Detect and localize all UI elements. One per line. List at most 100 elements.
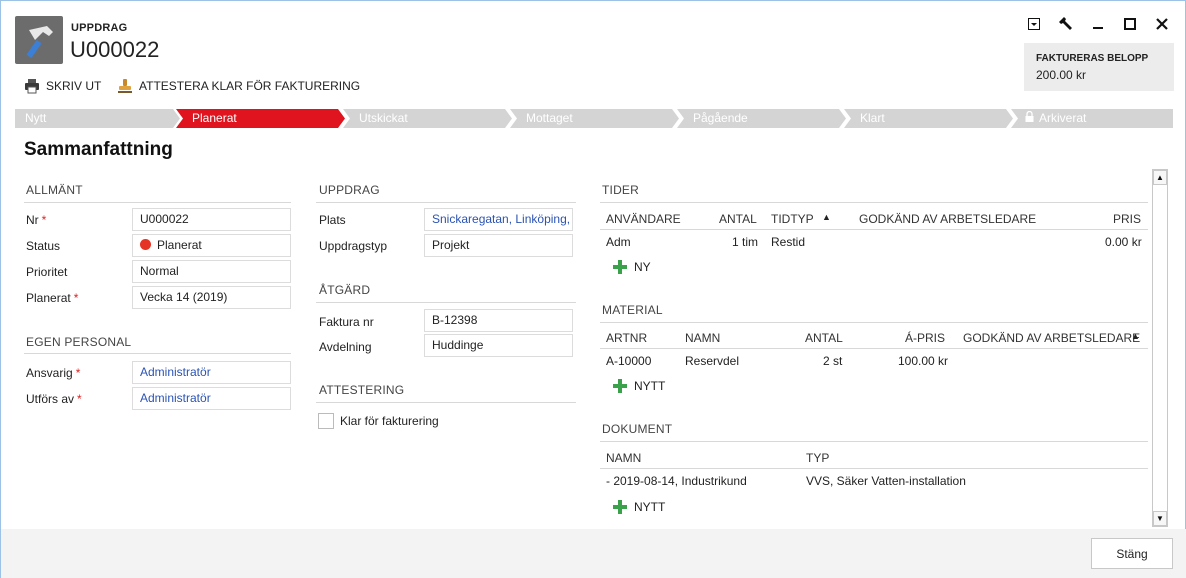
invoice-nr-label: Faktura nr — [319, 315, 374, 329]
approve-invoice-button[interactable]: ATTESTERA KLAR FÖR FAKTURERING — [117, 77, 360, 95]
documents-col-name[interactable]: NAMN — [606, 451, 641, 465]
planned-field[interactable]: Vecka 14 (2019) — [132, 286, 291, 309]
billing-amount-value: 200.00 kr — [1036, 68, 1087, 82]
document-cell-name[interactable]: - 2019-08-14, Industrikund — [606, 474, 747, 488]
material-cell-unit-price: 100.00 kr — [898, 354, 949, 368]
stage-planerat[interactable]: Planerat — [176, 109, 345, 128]
printer-icon — [24, 78, 40, 94]
planned-label: Planerat * — [26, 291, 79, 305]
close-icon[interactable] — [1153, 15, 1171, 33]
section-title-material: MATERIAL — [602, 303, 663, 317]
section-divider — [316, 402, 576, 403]
stage-label: Planerat — [192, 111, 237, 125]
section-title-general: ALLMÄNT — [26, 183, 83, 197]
times-col-timetype[interactable]: TIDTYP — [771, 212, 814, 226]
material-cell-name: Reservdel — [685, 354, 740, 368]
record-id: U000022 — [70, 37, 160, 62]
scroll-up-icon[interactable]: ▲ — [1153, 170, 1167, 185]
add-time-button[interactable]: NY — [613, 260, 651, 274]
status-value: Planerat — [157, 238, 202, 252]
department-field[interactable]: Huddinge — [424, 334, 573, 357]
section-title-attest: ATTESTERING — [319, 383, 405, 397]
documents-col-type[interactable]: TYP — [806, 451, 829, 465]
stage-label: Mottaget — [526, 111, 573, 125]
department-label: Avdelning — [319, 340, 372, 354]
wrench-icon[interactable] — [1057, 15, 1075, 33]
plus-icon — [613, 260, 627, 274]
place-label: Plats — [319, 213, 346, 227]
responsible-label: Ansvarig * — [26, 366, 81, 380]
record-window: UPPDRAG U000022 SKRIV UT ATTESTERA KLAR … — [0, 0, 1186, 578]
table-divider — [600, 229, 1148, 230]
stage-label: Arkiverat — [1039, 111, 1087, 125]
page-title: Sammanfattning — [24, 139, 173, 160]
material-col-artnr[interactable]: ARTNR — [606, 331, 647, 345]
material-cell-count: 2 st — [823, 354, 843, 368]
priority-field[interactable]: Normal — [132, 260, 291, 283]
performed-by-label: Utförs av * — [26, 392, 82, 406]
times-col-price[interactable]: PRIS — [1113, 212, 1141, 226]
section-title-documents: DOKUMENT — [602, 422, 673, 436]
performed-by-field[interactable]: Administratör — [132, 387, 291, 410]
add-document-button[interactable]: NYTT — [613, 500, 665, 514]
stage-utskickat[interactable]: Utskickat — [343, 109, 512, 128]
close-button[interactable]: Stäng — [1091, 538, 1173, 569]
add-document-label: NYTT — [634, 500, 666, 514]
times-col-user[interactable]: ANVÄNDARE — [606, 212, 681, 226]
record-type-label: UPPDRAG — [71, 22, 128, 34]
window-controls — [1025, 15, 1171, 33]
dropdown-icon[interactable] — [1025, 15, 1043, 33]
section-divider — [24, 353, 291, 354]
stage-pagaende[interactable]: Pågående — [677, 109, 846, 128]
table-divider — [600, 348, 1148, 349]
stage-arkiverat[interactable]: Arkiverat — [1011, 109, 1173, 128]
section-divider — [600, 441, 1148, 442]
invoice-nr-field[interactable]: B-12398 — [424, 309, 573, 332]
times-col-approved[interactable]: GODKÄND AV ARBETSLEDARE — [859, 212, 1036, 226]
status-dot-icon — [140, 239, 151, 250]
status-field[interactable]: Planerat — [132, 234, 291, 257]
section-divider — [600, 322, 1148, 323]
billing-amount-box: FAKTURERAS BELOPP 200.00 kr — [1024, 43, 1174, 91]
assignment-type-field[interactable]: Projekt — [424, 234, 573, 257]
times-cell-price: 0.00 kr — [1105, 235, 1142, 249]
material-col-name[interactable]: NAMN — [685, 331, 720, 345]
material-col-count[interactable]: ANTAL — [805, 331, 843, 345]
stage-klart[interactable]: Klart — [844, 109, 1013, 128]
vertical-scrollbar[interactable]: ▲ ▼ — [1152, 169, 1168, 527]
material-cell-artnr: A-10000 — [606, 354, 652, 368]
add-material-button[interactable]: NYTT — [613, 379, 665, 393]
plus-icon — [613, 500, 627, 514]
add-material-label: NYTT — [634, 379, 666, 393]
section-title-own-staff: EGEN PERSONAL — [26, 335, 132, 349]
lock-icon — [1025, 109, 1034, 128]
maximize-icon[interactable] — [1121, 15, 1139, 33]
table-divider — [600, 468, 1148, 469]
hammer-icon — [15, 16, 63, 64]
place-field[interactable]: Snickaregatan, Linköping, — [424, 208, 573, 231]
print-button[interactable]: SKRIV UT — [24, 77, 101, 95]
approve-invoice-label: ATTESTERA KLAR FÖR FAKTURERING — [139, 79, 361, 93]
nr-field[interactable]: U000022 — [132, 208, 291, 231]
stage-mottaget[interactable]: Mottaget — [510, 109, 679, 128]
ready-for-invoicing-checkbox[interactable] — [318, 413, 334, 429]
times-cell-count: 1 tim — [732, 235, 759, 249]
responsible-field[interactable]: Administratör — [132, 361, 291, 384]
billing-amount-title: FAKTURERAS BELOPP — [1036, 53, 1149, 64]
print-label: SKRIV UT — [46, 79, 102, 93]
minimize-icon[interactable] — [1089, 15, 1107, 33]
times-cell-timetype: Restid — [771, 235, 806, 249]
status-stage-bar: Nytt Planerat Utskickat Mottaget Pågåend… — [15, 109, 1173, 128]
priority-label: Prioritet — [26, 265, 68, 279]
stage-nytt[interactable]: Nytt — [15, 109, 180, 128]
section-divider — [600, 202, 1148, 203]
material-col-unit-price[interactable]: Á-PRIS — [905, 331, 945, 345]
material-col-approved[interactable]: GODKÄND AV ARBETSLEDARE — [963, 331, 1140, 345]
scroll-down-icon[interactable]: ▼ — [1153, 511, 1167, 526]
section-divider — [316, 202, 576, 203]
ready-for-invoicing-label: Klar för fakturering — [340, 414, 439, 428]
times-col-count[interactable]: ANTAL — [719, 212, 757, 226]
stage-label: Nytt — [25, 111, 47, 125]
section-title-times: TIDER — [602, 183, 639, 197]
footer-bar — [1, 529, 1186, 578]
